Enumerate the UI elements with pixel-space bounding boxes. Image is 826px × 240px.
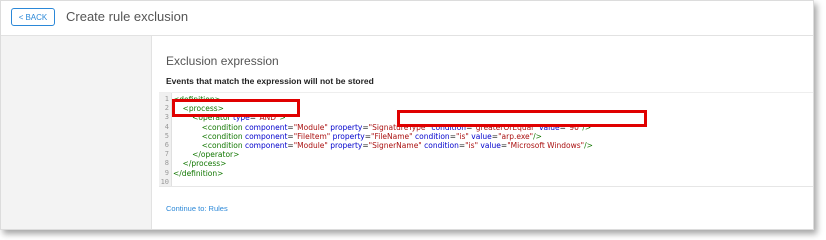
continue-prefix: Continue to: [166,204,207,213]
code-token: value [471,131,492,141]
code-token: property [330,141,363,150]
exclusion-panel: Exclusion expression Events that match t… [151,36,813,229]
code-token: condition [415,131,450,141]
code-token: "FileName" [371,131,413,141]
line-number: 2 [164,104,169,113]
highlight-operator-box [172,99,300,117]
code-token: value [480,141,501,150]
window-frame: < BACK Create rule exclusion Exclusion ex… [0,0,814,230]
code-token: </definition> [173,168,224,178]
xml-code-editor[interactable]: 1 2 3 4 5 6 7 8 9 10 <definition> <process> <oper… [159,92,813,187]
code-token: component [244,141,288,150]
code-token: "Module" [293,141,328,150]
code-token: property [332,131,365,141]
code-token: component [244,122,288,132]
code-token: /> [584,141,593,150]
code-token: /> [533,131,542,141]
code-token: component [244,131,288,141]
code-token: "SignerName" [368,141,422,150]
code-token: property [330,122,363,132]
line-number: 9 [164,168,169,177]
code-token: condition [424,141,459,150]
code-token: "arp.exe" [498,131,534,141]
back-button-label: BACK [25,13,48,22]
page-title: Create rule exclusion [66,9,189,24]
back-button[interactable]: < BACK [11,8,55,26]
highlight-condition-box [397,110,647,127]
line-number: 5 [164,131,169,140]
code-line: </process> [173,159,227,169]
code-token: "FileItem" [293,131,331,141]
left-sidebar [1,36,151,229]
code-token: "Module" [293,122,328,132]
line-number: 10 [160,177,169,186]
line-number: 4 [164,122,169,131]
continue-link[interactable]: Continue to: Rules [166,204,228,213]
code-token: <condition [201,141,245,150]
code-token: <condition [201,131,245,141]
chevron-left-icon: < [18,13,24,22]
code-line: </definition> [173,169,223,178]
code-token: </operator> [192,150,240,160]
code-token: "is" [455,131,469,141]
code-line: <condition component="Module" property="… [173,141,593,150]
panel-title: Exclusion expression [166,54,279,68]
panel-subtitle: Events that match the expression will no… [166,76,374,86]
line-number-gutter: 1 2 3 4 5 6 7 8 9 10 [159,93,172,186]
line-number: 3 [164,113,169,122]
code-line: <condition component="FileItem" property… [173,132,542,141]
line-number: 7 [164,150,169,159]
line-number: 1 [164,95,169,103]
line-number: 6 [164,141,169,149]
code-token: "Microsoft Windows" [507,141,585,150]
continue-rules-link[interactable]: Rules [209,204,228,213]
code-line: </operator> [173,150,239,159]
page-header: < BACK Create rule exclusion [1,1,813,36]
code-token: "is" [465,141,479,150]
code-token: </process> [182,159,227,169]
line-number: 8 [164,159,169,168]
code-token: <condition [201,122,245,132]
